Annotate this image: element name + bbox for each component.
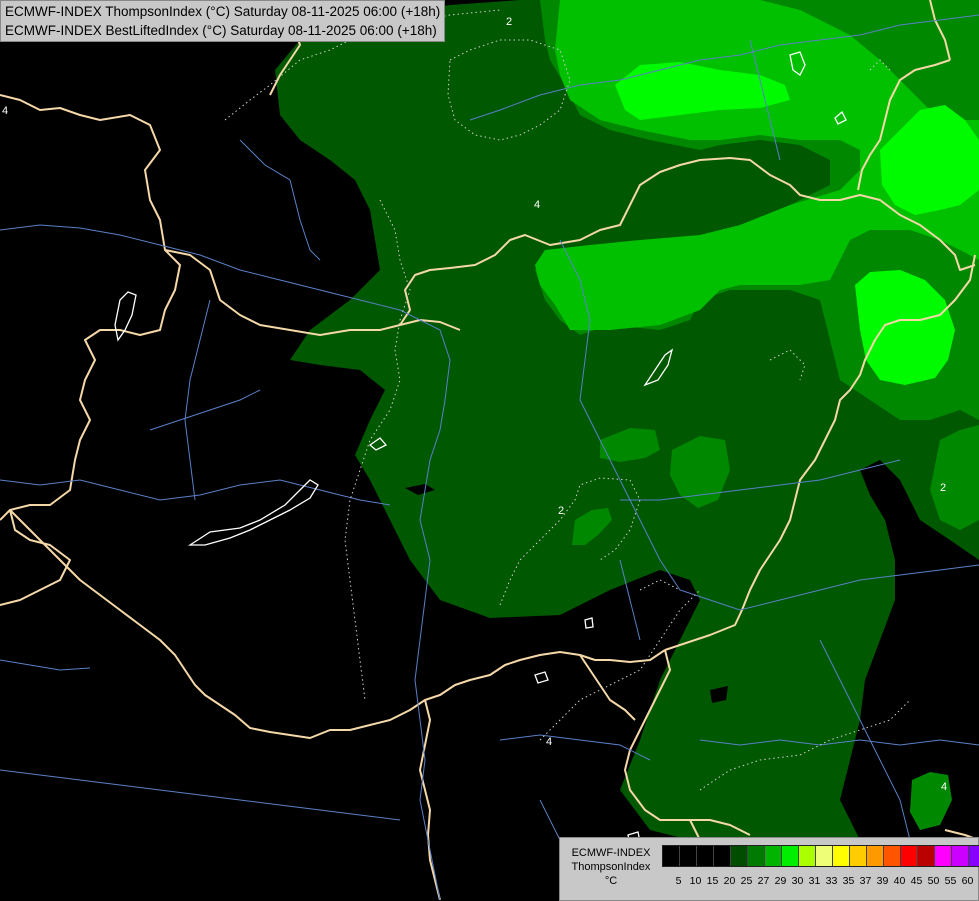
legend-tick-label: 20 <box>723 875 736 887</box>
legend-ticks: 5 10 15 20 25 27 29 30 31 33 35 37 39 40 45 50 55 60 <box>670 875 976 887</box>
legend-swatch <box>782 846 799 866</box>
legend-tick-label: 30 <box>791 875 804 887</box>
legend-swatch <box>884 846 901 866</box>
map-title-line1: ECMWF-INDEX ThompsonIndex (°C) Saturday … <box>5 4 441 19</box>
legend-tick-label: 50 <box>927 875 940 887</box>
legend-tick-label: 40 <box>893 875 906 887</box>
legend-swatch <box>731 846 748 866</box>
legend-title: ECMWF-INDEX ThompsonIndex °C <box>562 846 660 888</box>
legend-swatch <box>850 846 867 866</box>
legend-swatch <box>833 846 850 866</box>
legend-swatch <box>799 846 816 866</box>
contour-label: 4 <box>2 105 8 117</box>
legend-title-line1: ECMWF-INDEX <box>571 847 651 859</box>
legend-swatch <box>697 846 714 866</box>
legend-tick-label: 29 <box>774 875 787 887</box>
color-legend: ECMWF-INDEX ThompsonIndex °C 5 10 15 20 25 27… <box>559 837 979 901</box>
legend-swatch <box>918 846 935 866</box>
legend-tick-label: 33 <box>825 875 838 887</box>
legend-swatch <box>680 846 697 866</box>
legend-tick-label: 39 <box>876 875 889 887</box>
legend-tick-label: 10 <box>689 875 702 887</box>
weather-map: 2 4 4 2 2 4 2 4 <box>0 0 979 900</box>
legend-swatch <box>748 846 765 866</box>
legend-swatch <box>867 846 884 866</box>
legend-swatch <box>952 846 969 866</box>
legend-swatch <box>816 846 833 866</box>
legend-swatch <box>714 846 731 866</box>
legend-unit: °C <box>604 875 618 887</box>
legend-tick-label: 15 <box>706 875 719 887</box>
legend-tick-label: 45 <box>910 875 923 887</box>
legend-swatch <box>663 846 680 866</box>
legend-tick-label: 31 <box>808 875 821 887</box>
legend-tick-label: 27 <box>757 875 770 887</box>
map-title-line2: ECMWF-INDEX BestLiftedIndex (°C) Saturda… <box>5 23 437 38</box>
legend-swatch <box>969 846 979 866</box>
legend-tick-label: 35 <box>842 875 855 887</box>
map-title-box: ECMWF-INDEX ThompsonIndex (°C) Saturday … <box>0 0 446 42</box>
legend-swatch <box>935 846 952 866</box>
legend-title-line2: ThompsonIndex <box>571 861 651 873</box>
legend-swatch <box>765 846 782 866</box>
contour-label: 2 <box>506 16 512 28</box>
legend-tick-label: 55 <box>944 875 957 887</box>
legend-swatches <box>662 845 979 867</box>
contour-label: 4 <box>534 199 540 211</box>
legend-tick-label: 60 <box>961 875 974 887</box>
contour-label: 4 <box>546 736 552 748</box>
legend-tick-label: 5 <box>675 875 682 887</box>
legend-swatch <box>901 846 918 866</box>
contour-label: 4 <box>941 781 947 793</box>
contour-label: 2 <box>940 482 946 494</box>
contour-label: 2 <box>558 505 564 517</box>
legend-tick-label: 37 <box>859 875 872 887</box>
legend-tick-label: 25 <box>740 875 753 887</box>
